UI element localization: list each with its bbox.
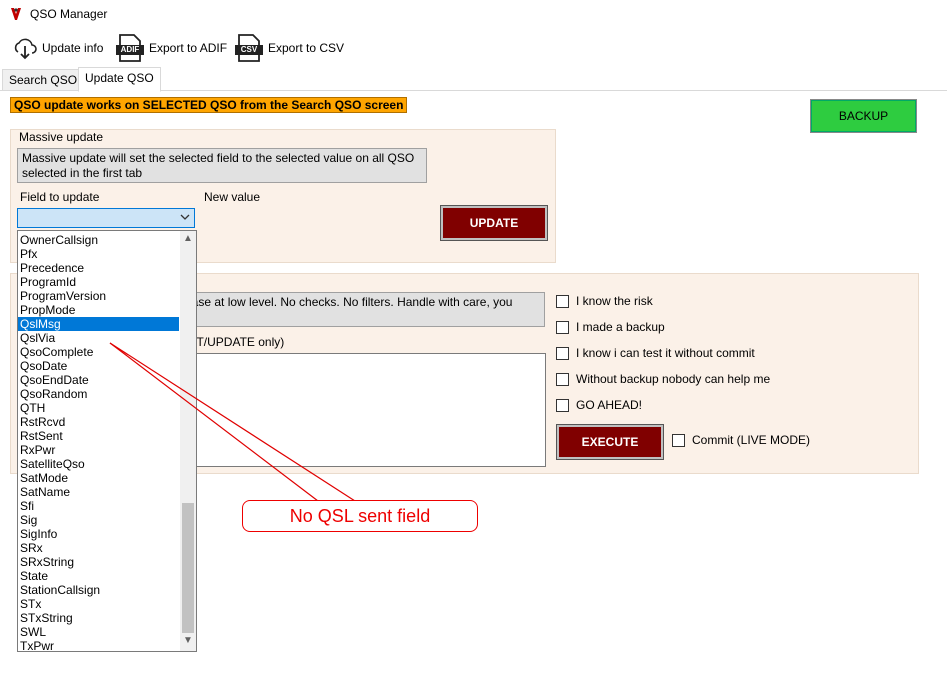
annotation-arrows (109, 342, 356, 502)
annotation-line-left (109, 342, 319, 502)
annotation-text: No QSL sent field (289, 505, 431, 526)
annotation-line-right (109, 342, 356, 502)
annotation-callout: No QSL sent field (242, 500, 478, 532)
